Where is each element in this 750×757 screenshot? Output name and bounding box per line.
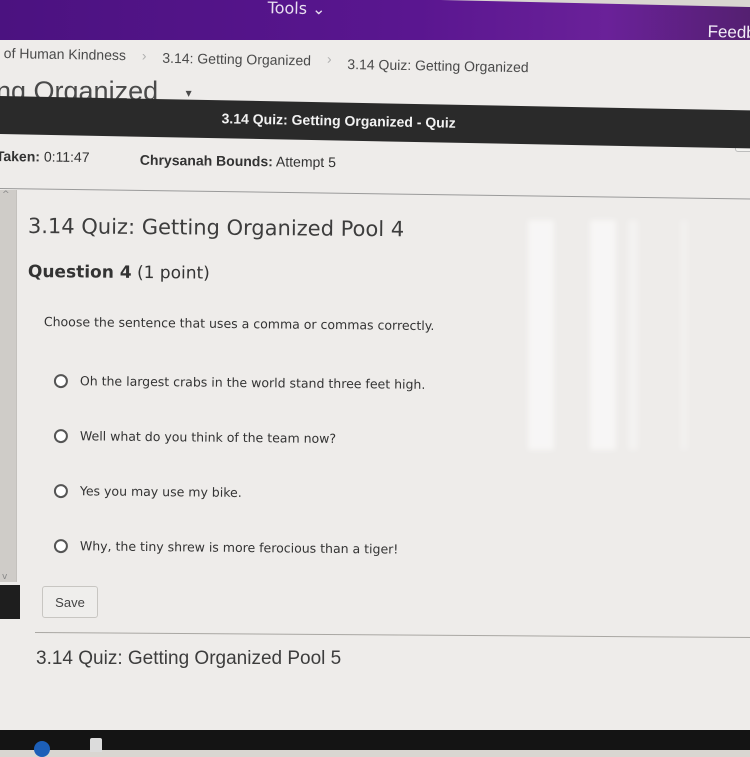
quiz-title: 3.14 Quiz: Getting Organized - Quiz (221, 110, 456, 131)
answer-option[interactable]: Well what do you think of the team now? (53, 428, 337, 446)
pool-title: 3.14 Quiz: Getting Organized Pool 4 (27, 214, 405, 242)
breadcrumb: of Human Kindness › 3.14: Getting Organi… (4, 40, 529, 75)
save-button[interactable]: Save (42, 586, 98, 618)
chevron-right-icon: › (326, 50, 332, 67)
question-points: (1 point) (136, 262, 210, 284)
answer-option-label: Yes you may use my bike. (79, 483, 242, 500)
caret-down-icon[interactable]: ▾ (186, 86, 192, 100)
radio-button[interactable] (53, 483, 68, 498)
question-header: Question 4 (1 point) (28, 262, 210, 284)
time-taken-label: Taken: (0, 147, 41, 165)
attempt-number: Attempt 5 (275, 153, 337, 171)
scroll-up-icon[interactable]: ^ (2, 190, 10, 200)
breadcrumb-item-lesson[interactable]: 3.14: Getting Organized (162, 50, 311, 69)
question-number: Question 4 (27, 262, 132, 283)
tools-menu[interactable]: Tools ⌄ (267, 0, 325, 18)
radio-button[interactable] (53, 373, 68, 388)
next-pool-title: 3.14 Quiz: Getting Organized Pool 5 (36, 648, 342, 669)
radio-button[interactable] (53, 538, 68, 553)
taskbar (0, 730, 750, 757)
answer-option-label: Well what do you think of the team now? (79, 428, 337, 446)
browser-icon[interactable] (34, 741, 50, 757)
time-taken-value: 0:11:47 (43, 148, 90, 166)
scroll-down-icon[interactable]: v (2, 572, 7, 582)
time-taken: Taken: 0:11:47 (0, 148, 90, 165)
chevron-right-icon: › (141, 47, 147, 64)
breadcrumb-item-course[interactable]: of Human Kindness (4, 45, 126, 63)
answer-option[interactable]: Yes you may use my bike. (53, 483, 242, 500)
side-panel-edge (0, 585, 20, 619)
student-name: Chrysanah Bounds: (139, 151, 273, 170)
scrollbar[interactable]: ^ v (0, 190, 17, 582)
attempt-info: Chrysanah Bounds: Attempt 5 (140, 152, 336, 170)
radio-button[interactable] (53, 428, 68, 443)
breadcrumb-item-quiz: 3.14 Quiz: Getting Organized (347, 55, 529, 76)
